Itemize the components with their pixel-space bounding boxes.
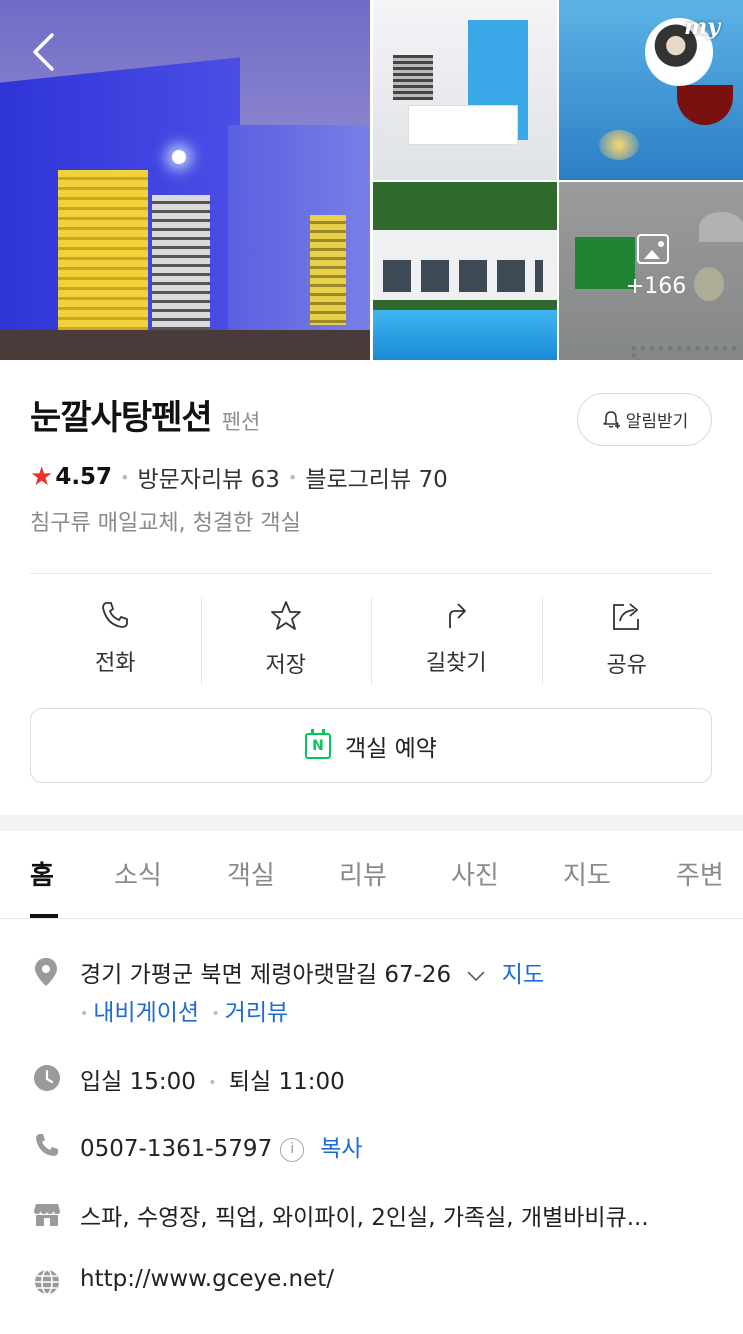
visitor-reviews-link[interactable]: 방문자리뷰 63 bbox=[138, 460, 280, 494]
star-outline-icon bbox=[270, 601, 301, 630]
section-gap bbox=[0, 815, 743, 831]
room-reservation-button[interactable]: N 객실 예약 bbox=[30, 708, 712, 783]
call-button[interactable]: 전화 bbox=[30, 595, 201, 687]
phone-number[interactable]: 0507-1361-5797 bbox=[80, 1136, 272, 1162]
star-icon: ★ bbox=[30, 462, 54, 492]
tab-photos[interactable]: 사진 bbox=[451, 855, 499, 892]
clock-icon bbox=[34, 1065, 60, 1091]
chevron-down-icon[interactable] bbox=[464, 966, 488, 986]
active-tab-indicator bbox=[30, 914, 58, 918]
title-row: 눈깔사탕펜션 펜션 bbox=[30, 390, 260, 439]
directions-label: 길찾기 bbox=[425, 651, 487, 676]
naver-calendar-icon: N bbox=[305, 728, 332, 759]
save-label: 저장 bbox=[265, 653, 306, 678]
bell-icon bbox=[602, 410, 620, 428]
directions-button[interactable]: 길찾기 bbox=[371, 595, 542, 687]
place-name: 눈깔사탕펜션 bbox=[30, 398, 213, 438]
notify-label: 알림받기 bbox=[625, 412, 689, 432]
more-photos-count: +166 bbox=[625, 274, 687, 299]
share-icon bbox=[612, 603, 639, 630]
place-category: 펜션 bbox=[221, 410, 261, 434]
tab-rooms[interactable]: 객실 bbox=[227, 855, 275, 892]
share-button[interactable]: 공유 bbox=[541, 595, 713, 687]
copy-link[interactable]: 복사 bbox=[320, 1136, 362, 1162]
divider bbox=[30, 573, 712, 574]
tab-news[interactable]: 소식 bbox=[114, 855, 162, 892]
phone-icon bbox=[102, 602, 129, 628]
address-text: 경기 가평군 북면 제령아랫말길 67-26 bbox=[80, 962, 452, 988]
tab-bar: 홈 소식 객실 리뷰 사진 지도 주변 bbox=[0, 831, 743, 919]
image-icon bbox=[637, 234, 669, 264]
tab-home[interactable]: 홈 bbox=[30, 855, 54, 892]
website-link[interactable]: http://www.gceye.net/ bbox=[80, 1266, 334, 1292]
photo-thumb-more[interactable]: +166 ● ● ● ● ● ● ● ● ● ● ● ● ● bbox=[559, 182, 743, 360]
place-summary: 침구류 매일교체, 청결한 객실 bbox=[30, 511, 301, 536]
info-icon[interactable]: i bbox=[280, 1137, 305, 1162]
tab-reviews[interactable]: 리뷰 bbox=[339, 855, 387, 892]
location-pin-icon bbox=[35, 958, 57, 986]
save-button[interactable]: 저장 bbox=[200, 595, 372, 687]
tab-map[interactable]: 지도 bbox=[563, 855, 611, 892]
amenities-text: 스파, 수영장, 픽업, 와이파이, 2인실, 가족실, 개별바비큐... bbox=[80, 1205, 649, 1231]
rating-row: ★ 4.57 • 방문자리뷰 63 • 블로그리뷰 70 bbox=[30, 460, 448, 494]
rating-value: 4.57 bbox=[55, 464, 113, 490]
blog-reviews-link[interactable]: 블로그리뷰 70 bbox=[305, 460, 447, 494]
notify-button[interactable]: 알림받기 bbox=[577, 393, 712, 446]
directions-icon bbox=[449, 603, 467, 628]
back-arrow-icon[interactable] bbox=[30, 32, 56, 72]
call-label: 전화 bbox=[95, 651, 136, 676]
room-reservation-label: 객실 예약 bbox=[345, 735, 437, 762]
photo-thumb-pool[interactable] bbox=[373, 182, 557, 360]
tab-nearby[interactable]: 주변 bbox=[676, 855, 724, 892]
photo-gallery: +166 ● ● ● ● ● ● ● ● ● ● ● ● ● my bbox=[0, 0, 743, 360]
share-label: 공유 bbox=[606, 653, 647, 678]
navigation-link[interactable]: 내비게이션 bbox=[93, 1000, 199, 1026]
globe-icon bbox=[35, 1269, 59, 1295]
photo-thumb-kitchen[interactable] bbox=[373, 0, 557, 180]
store-icon bbox=[34, 1204, 60, 1226]
checkout-text: 퇴실 11:00 bbox=[228, 1069, 345, 1095]
phone-filled-icon bbox=[36, 1134, 58, 1156]
checkin-text: 입실 15:00 bbox=[80, 1069, 196, 1095]
map-link[interactable]: 지도 bbox=[502, 962, 544, 988]
avatar-badge: my bbox=[684, 14, 721, 40]
action-bar: 전화 저장 길찾기 공유 bbox=[30, 595, 712, 687]
streetview-link[interactable]: 거리뷰 bbox=[225, 1000, 288, 1026]
